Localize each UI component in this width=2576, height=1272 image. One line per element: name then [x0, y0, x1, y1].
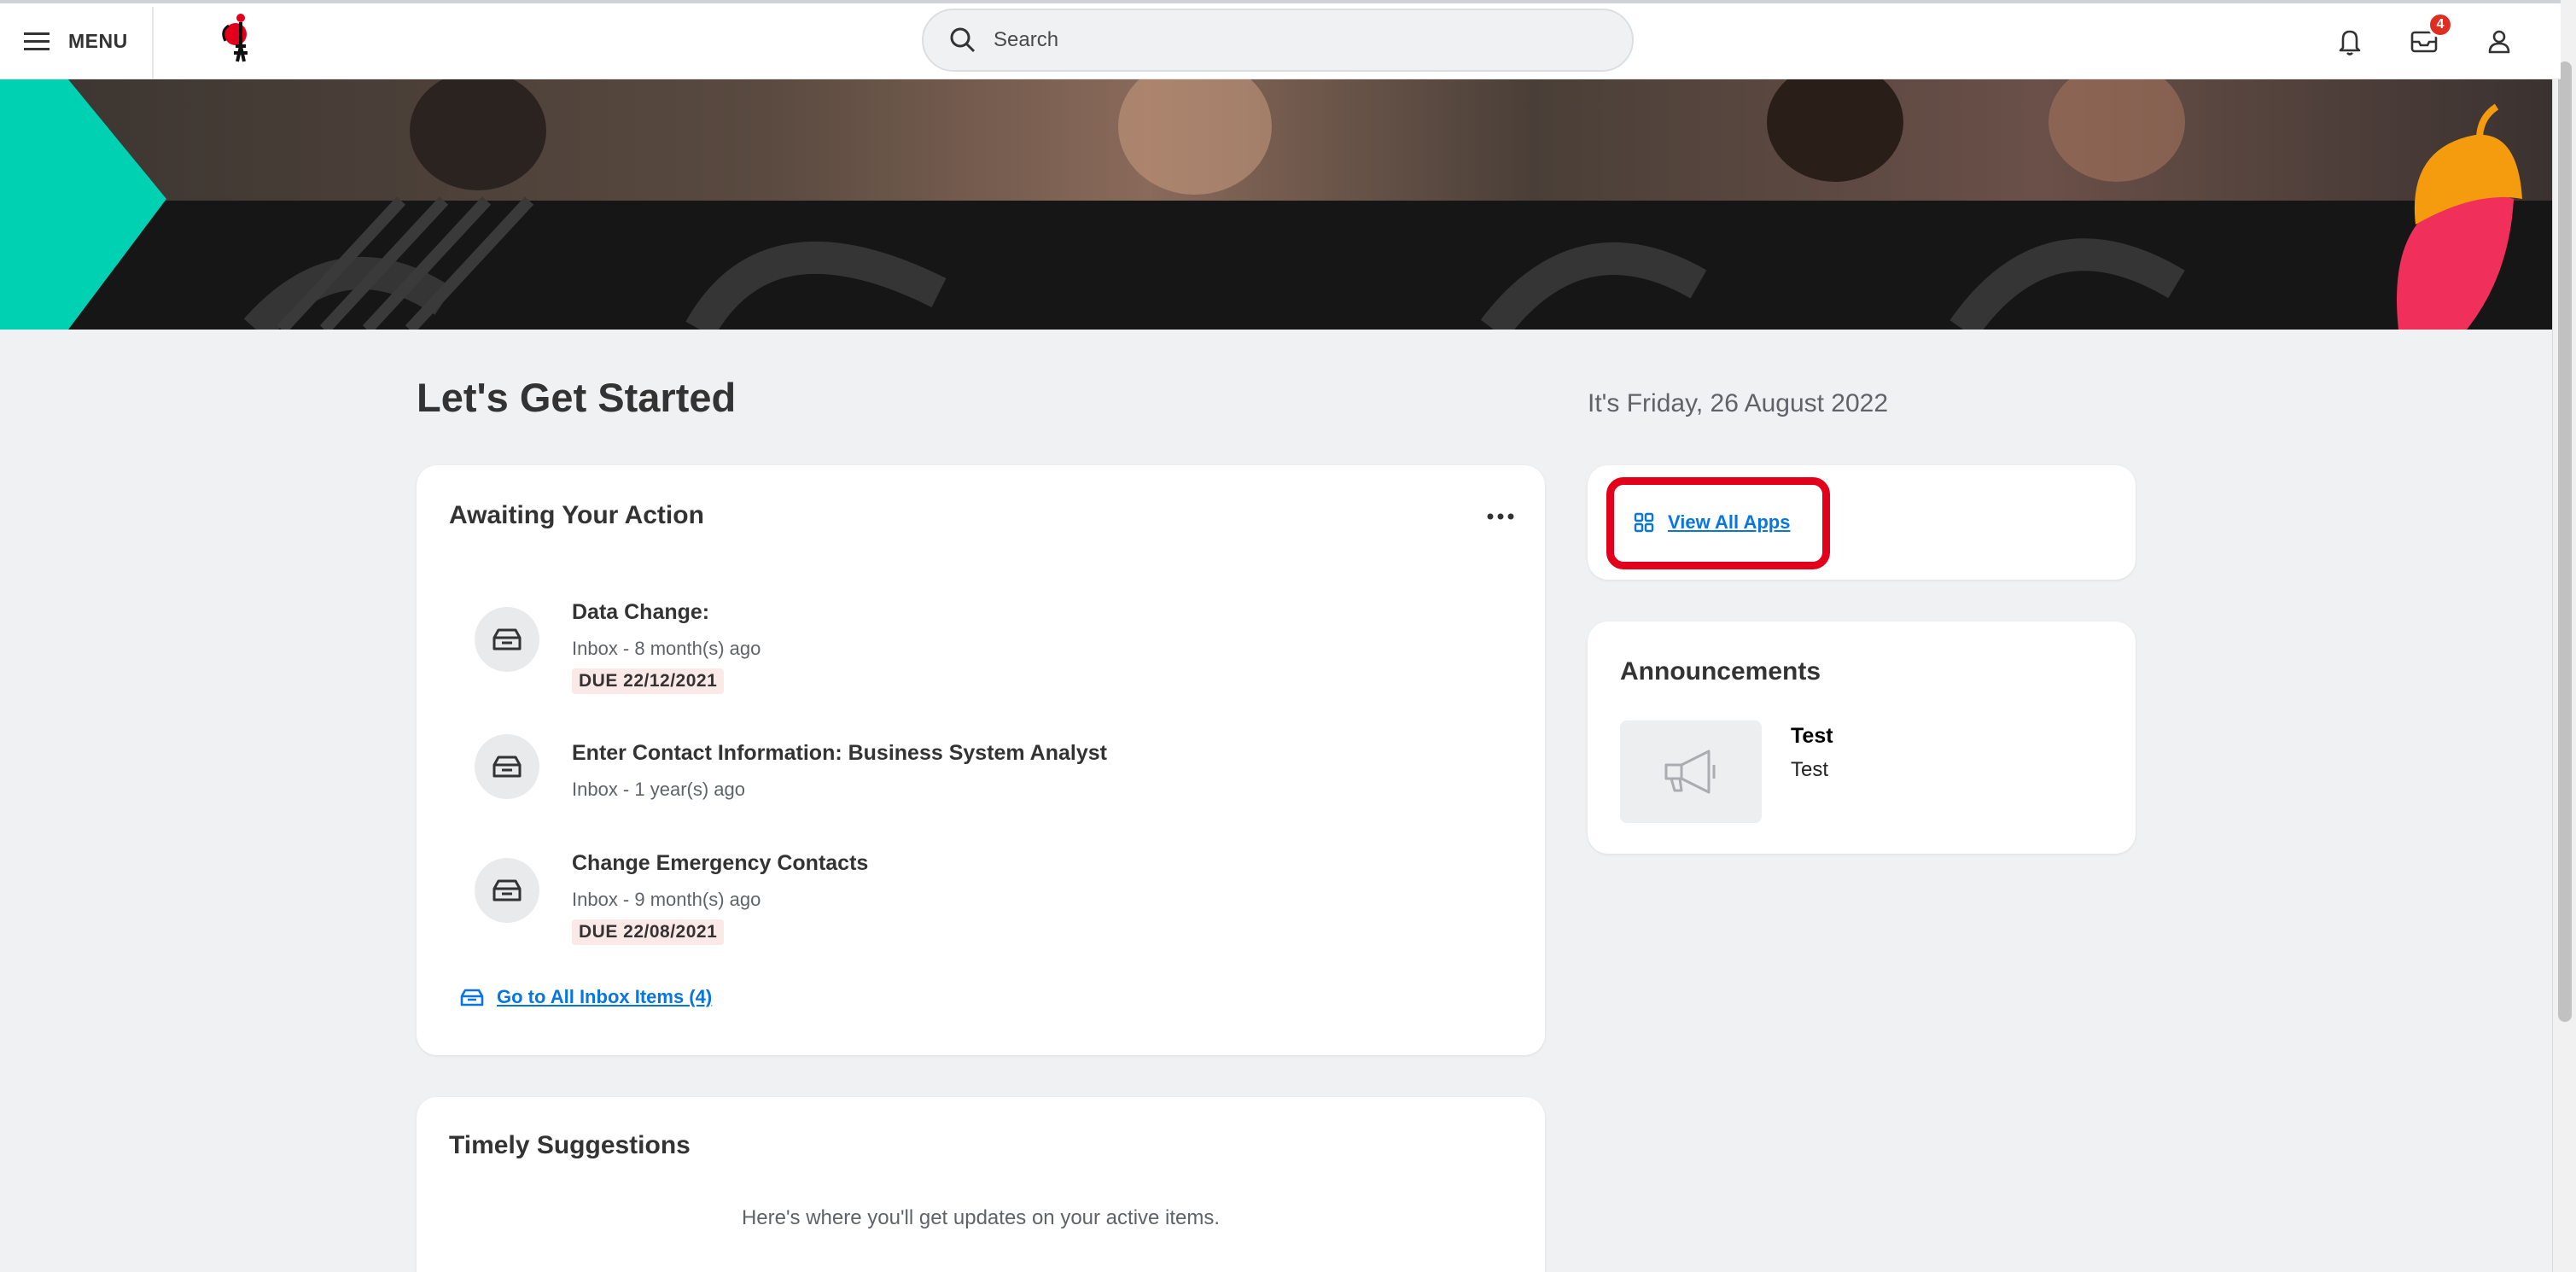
- banner-image: [0, 79, 2552, 330]
- task-icon-circle: [475, 607, 539, 672]
- tray-icon: [492, 879, 522, 901]
- inbox-link-label[interactable]: Go to All Inbox Items (4): [497, 986, 712, 1008]
- awaiting-action-card: Awaiting Your Action Data Change: Inbox …: [417, 465, 1545, 1055]
- menu-button[interactable]: MENU: [24, 26, 128, 56]
- top-bar: MENU 4: [0, 0, 2561, 79]
- divider: [152, 7, 154, 79]
- suggestions-empty-text: Here's where you'll get updates on your …: [741, 1206, 1221, 1229]
- timely-suggestions-card: Timely Suggestions Here's where you'll g…: [417, 1097, 1545, 1272]
- menu-icon: [24, 32, 50, 50]
- tray-icon: [492, 756, 522, 778]
- announcement-thumbnail[interactable]: [1620, 721, 1762, 823]
- task-icon-circle: [475, 734, 539, 799]
- task-subtitle: Inbox - 1 year(s) ago: [572, 779, 745, 800]
- scrollbar[interactable]: [2552, 0, 2576, 1272]
- scrollbar-thumb[interactable]: [2558, 61, 2572, 1022]
- due-badge: DUE 22/08/2021: [572, 919, 725, 945]
- card-title: Timely Suggestions: [449, 1131, 691, 1159]
- inbox-button[interactable]: 4: [2409, 12, 2453, 56]
- more-icon[interactable]: [1483, 506, 1518, 527]
- search-icon: [950, 27, 976, 53]
- user-icon[interactable]: [2484, 26, 2515, 56]
- view-all-apps-card: View All Apps: [1588, 465, 2136, 580]
- task-title[interactable]: Data Change:: [572, 600, 709, 625]
- card-title: Awaiting Your Action: [449, 501, 704, 529]
- announcement-title[interactable]: Test: [1791, 724, 1833, 749]
- view-all-apps-link[interactable]: View All Apps: [1634, 511, 1790, 534]
- task-subtitle: Inbox - 8 month(s) ago: [572, 638, 761, 659]
- task-icon-circle: [475, 858, 539, 923]
- search-input[interactable]: [994, 28, 1591, 52]
- announcement-body: Test: [1791, 758, 1829, 781]
- task-title[interactable]: Enter Contact Information: Business Syst…: [572, 741, 1107, 766]
- hero-banner: [0, 79, 2552, 330]
- due-badge: DUE 22/12/2021: [572, 668, 725, 694]
- inbox-badge: 4: [2427, 12, 2453, 38]
- search-bar[interactable]: [922, 9, 1634, 72]
- task-title[interactable]: Change Emergency Contacts: [572, 851, 868, 876]
- inbox-icon: [460, 989, 484, 1007]
- bell-icon[interactable]: [2334, 26, 2365, 56]
- grid-icon: [1634, 512, 1654, 533]
- date-label: It's Friday, 26 August 2022: [1588, 389, 1889, 417]
- tray-icon: [492, 628, 522, 651]
- card-title: Announcements: [1620, 657, 1821, 686]
- megaphone-icon: [1664, 750, 1716, 794]
- page-title: Let's Get Started: [417, 375, 737, 420]
- logo[interactable]: [215, 12, 258, 65]
- announcements-card: Announcements Test Test: [1588, 621, 2136, 854]
- menu-label: MENU: [68, 29, 128, 52]
- view-all-apps-label[interactable]: View All Apps: [1668, 511, 1790, 534]
- go-to-inbox-link[interactable]: Go to All Inbox Items (4): [459, 986, 712, 1008]
- task-subtitle: Inbox - 9 month(s) ago: [572, 889, 761, 910]
